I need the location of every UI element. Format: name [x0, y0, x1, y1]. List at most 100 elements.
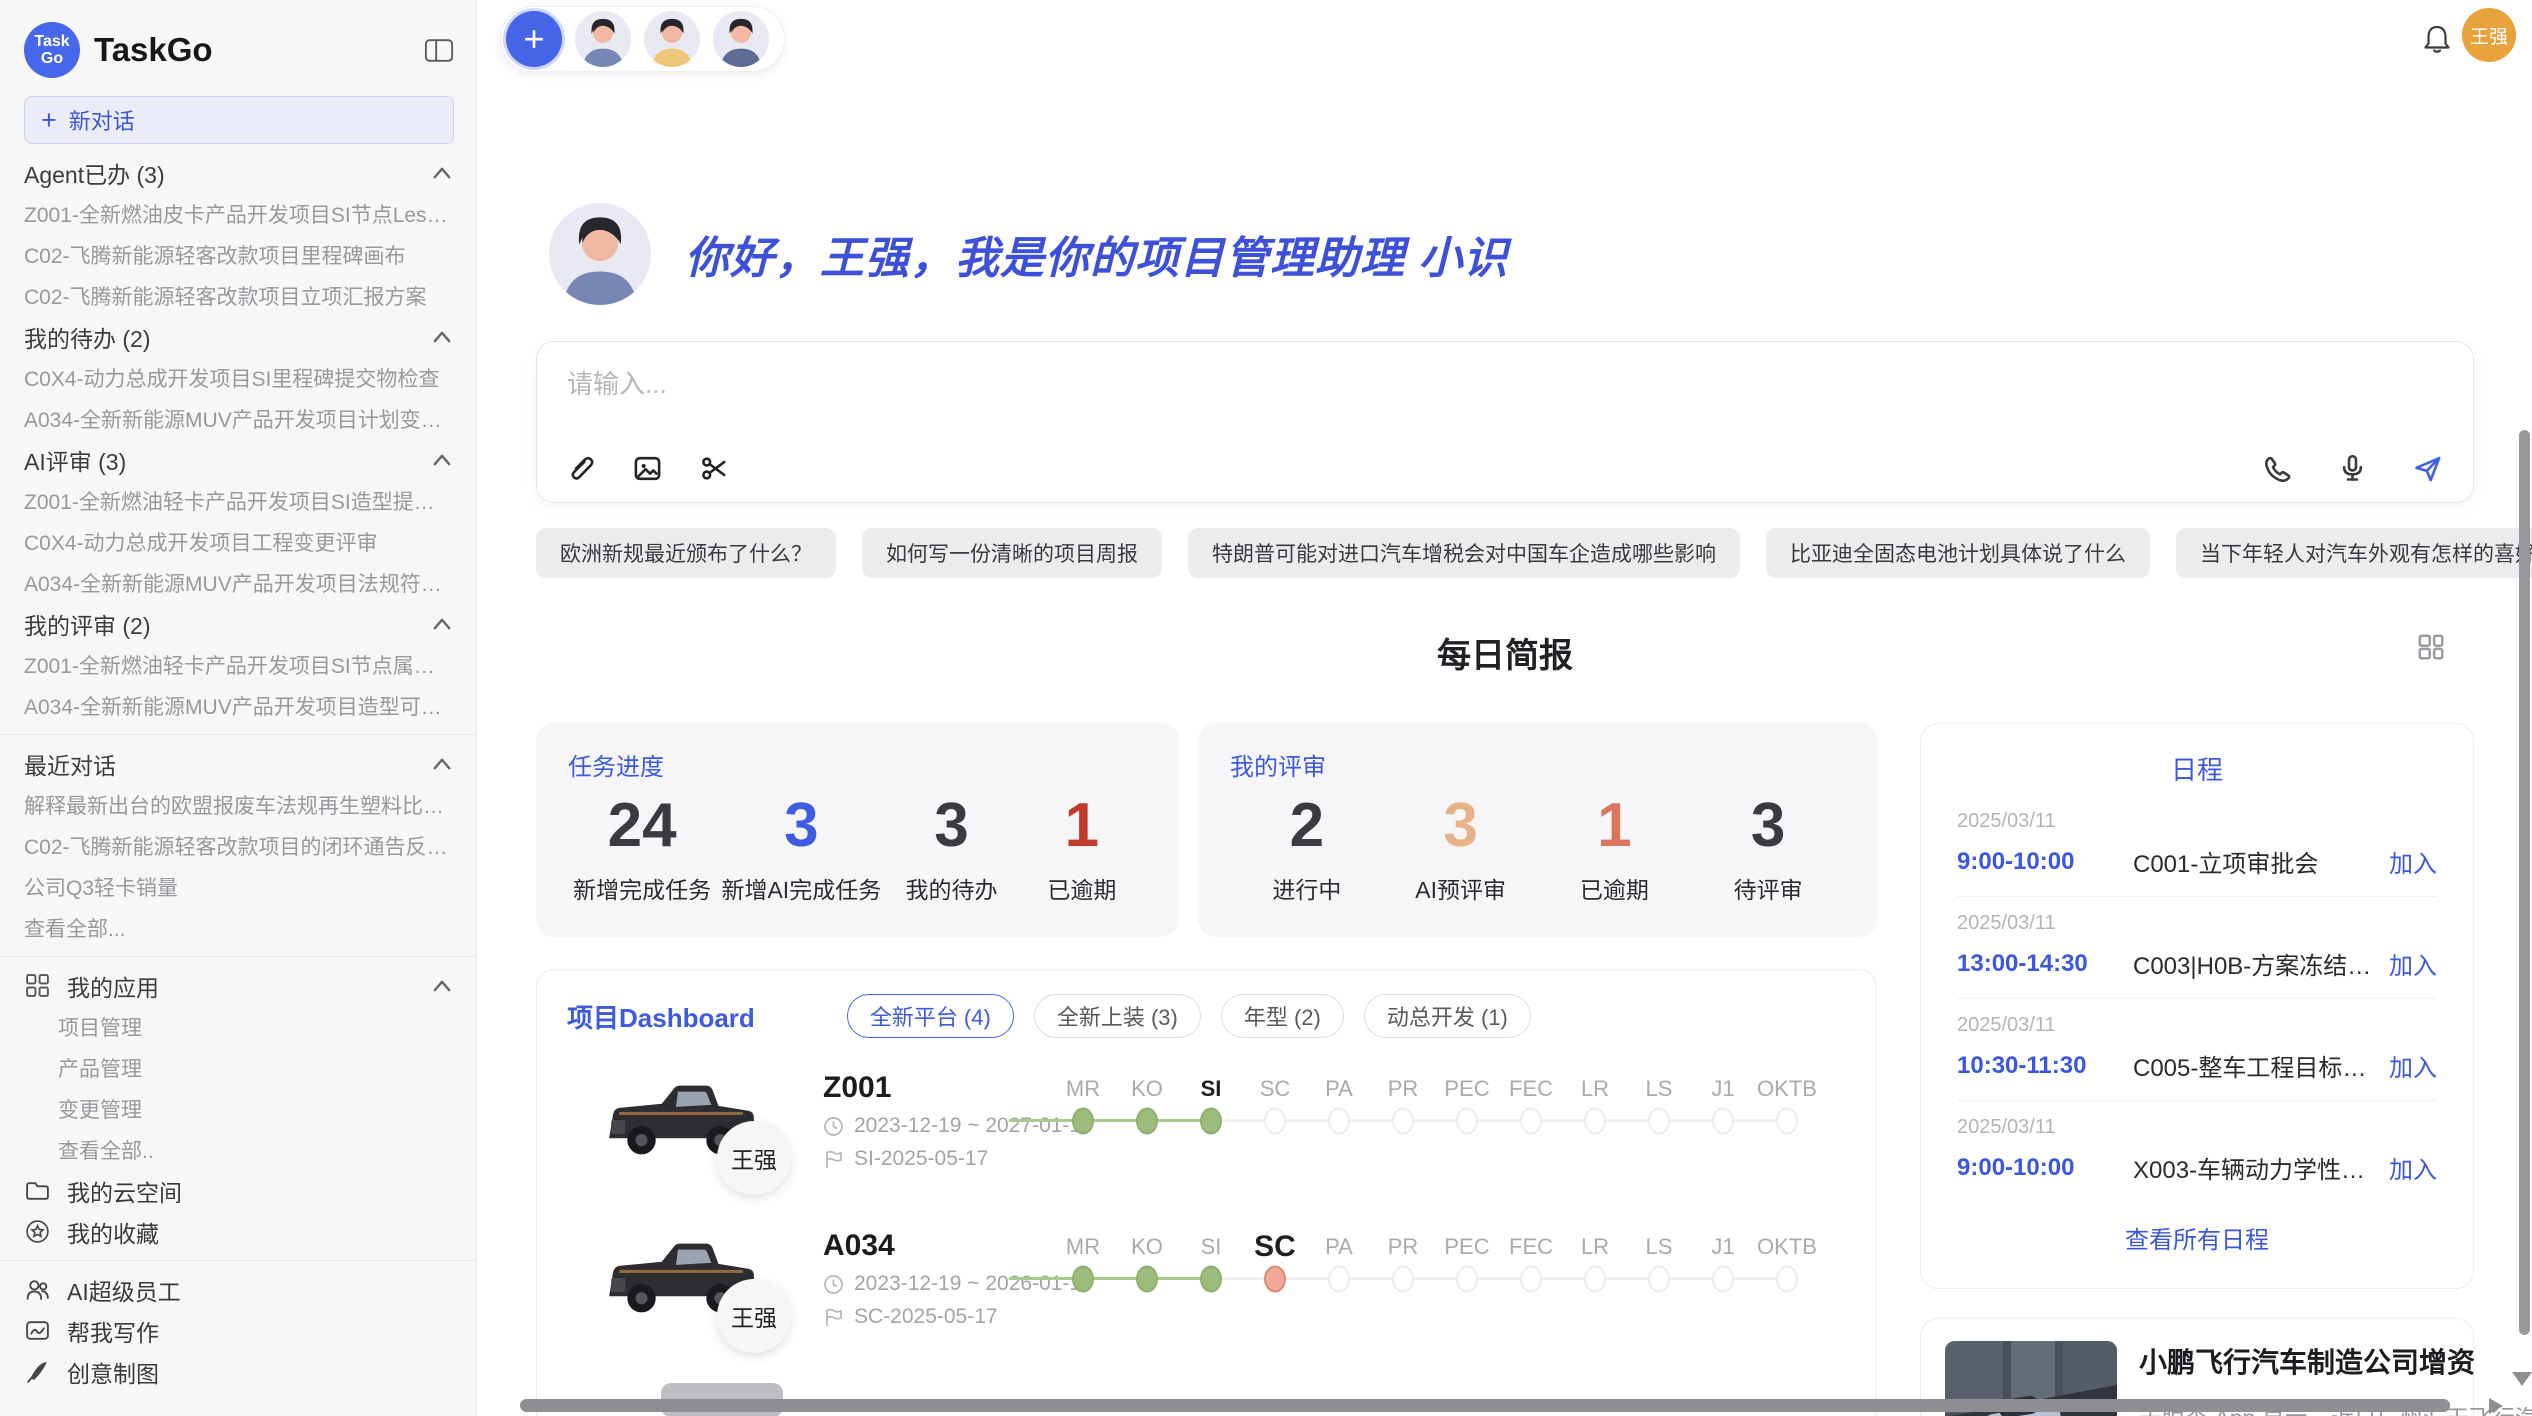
milestone-label: LR [1563, 1231, 1627, 1263]
sidebar-group-header[interactable]: 最近对话 [24, 743, 454, 784]
paperclip-icon[interactable] [565, 453, 596, 484]
join-link[interactable]: 加入 [2389, 844, 2437, 879]
suggestion-chip[interactable]: 欧洲新规最近颁布了什么？ [536, 528, 836, 578]
schedule-title: C005-整车工程目标评审 [2133, 1048, 2389, 1083]
sidebar-group-title: AI评审 (3) [24, 443, 126, 477]
sidebar-conversation-item[interactable]: A034-全新新能源MUV产品开发项目法规符合性评审 [24, 562, 454, 603]
schedule-panel: 日程 2025/03/11 9:00-10:00 C001-立项审批会 加入 2… [1920, 723, 2474, 1289]
sidebar-conversation-item[interactable]: C02-飞腾新能源轻客改款项目的闭环通告反馈情况 [24, 825, 454, 866]
dashboard-filter-tab[interactable]: 全新上装 (3) [1034, 994, 1201, 1038]
mic-icon[interactable] [2337, 453, 2368, 484]
taskgo-app: Task Go TaskGo + 新对话 Agent已办 (3) Z001-全新… [0, 0, 2532, 1416]
sidebar-group-header[interactable]: 我的评审 (2) [24, 603, 454, 644]
bell-icon[interactable] [2420, 22, 2454, 56]
sidebar-conversation-item[interactable]: A034-全新新能源MUV产品开发项目计划变更表编写 [24, 398, 454, 439]
dashboard-filter-tab[interactable]: 动总开发 (1) [1364, 994, 1531, 1038]
sidebar-conversation-item[interactable]: Z001-全新燃油轻卡产品开发项目SI造型提交物评审 [24, 480, 454, 521]
sidebar-item-folder[interactable]: 我的云空间 [24, 1170, 454, 1211]
chevron-up-icon [430, 612, 454, 636]
sidebar-app-item[interactable]: 查看全部.. [24, 1129, 454, 1170]
milestone: FEC [1499, 1073, 1563, 1137]
suggestion-chip[interactable]: 当下年轻人对汽车外观有怎样的喜好趋势 [2176, 528, 2532, 578]
chat-input[interactable] [565, 368, 1365, 401]
scroll-right-arrow[interactable] [2489, 1398, 2503, 1414]
milestone: LS [1627, 1231, 1691, 1295]
milestone: MR [1051, 1073, 1115, 1137]
chevron-up-icon [430, 325, 454, 349]
suggestion-chip[interactable]: 比亚迪全固态电池计划具体说了什么 [1766, 528, 2150, 578]
join-link[interactable]: 加入 [2389, 1150, 2437, 1185]
sidebar-conversation-item[interactable]: C02-飞腾新能源轻客改款项目立项汇报方案 [24, 275, 454, 316]
vertical-scrollbar-thumb[interactable] [2519, 430, 2530, 1335]
add-agent-button[interactable]: + [506, 11, 562, 67]
milestone: PEC [1435, 1073, 1499, 1137]
project-row[interactable]: 王强 Z001 2023-12-19 ~ 2027-01-19 SI-2025-… [567, 1067, 1846, 1181]
suggestion-chip[interactable]: 特朗普可能对进口汽车增税会对中国车企造成哪些影响 [1188, 528, 1740, 578]
composer-attachments [565, 453, 730, 484]
dashboard-filter-tab[interactable]: 年型 (2) [1221, 994, 1344, 1038]
sidebar-conversation-item[interactable]: C0X4-动力总成开发项目SI里程碑提交物检查 [24, 357, 454, 398]
sidebar-item-my-apps[interactable]: 我的应用 [24, 965, 454, 1006]
milestone-dot [1264, 1266, 1286, 1293]
sidebar-app-item[interactable]: 项目管理 [24, 1006, 454, 1047]
layout-grid-icon[interactable] [2416, 632, 2446, 662]
milestone-dot [1712, 1108, 1734, 1135]
sidebar-item-write[interactable]: 帮我写作 [24, 1310, 454, 1351]
milestone-dot [1456, 1266, 1478, 1293]
project-dates: 2023-12-19 ~ 2026-01-19 [823, 1272, 1051, 1296]
sidebar-group-header[interactable]: 我的待办 (2) [24, 316, 454, 357]
project-row[interactable]: 王强 A034 2023-12-19 ~ 2026-01-19 SC-2025-… [567, 1225, 1846, 1339]
composer [536, 341, 2474, 503]
chevron-up-icon [430, 752, 454, 776]
new-chat-button[interactable]: + 新对话 [24, 96, 454, 144]
sidebar-item-star[interactable]: 我的收藏 [24, 1211, 454, 1252]
dashboard-filter-tab[interactable]: 全新平台 (4) [847, 994, 1014, 1038]
phone-icon[interactable] [2262, 453, 2293, 484]
view-all-schedule-link[interactable]: 查看所有日程 [1921, 1220, 2473, 1255]
sidebar-conversation-item[interactable]: Z001-全新燃油皮卡产品开发项目SI节点Lesson Learn报告 [24, 193, 454, 234]
sidebar-conversation-item[interactable]: A034-全新新能源MUV产品开发项目造型可行性评审 [24, 685, 454, 726]
milestone-dot [1520, 1108, 1542, 1135]
agent-avatar-2[interactable] [644, 11, 700, 67]
sidebar-group-header[interactable]: AI评审 (3) [24, 439, 454, 480]
sidebar-conversation-item[interactable]: C02-飞腾新能源轻客改款项目里程碑画布 [24, 234, 454, 275]
sidebar-conversation-item[interactable]: 解释最新出台的欧盟报废车法规再生塑料比例被调至15%... [24, 784, 454, 825]
divider [0, 1260, 476, 1261]
sidebar-header: Task Go TaskGo [24, 18, 454, 82]
milestone: SC [1243, 1231, 1307, 1295]
join-link[interactable]: 加入 [2389, 946, 2437, 981]
sidebar-conversation-item[interactable]: 公司Q3轻卡销量 [24, 866, 454, 907]
sidebar-item-pen[interactable]: 创意制图 [24, 1351, 454, 1392]
user-avatar[interactable]: 王强 [2462, 8, 2516, 62]
sidebar-item-people[interactable]: AI超级员工 [24, 1269, 454, 1310]
image-icon[interactable] [632, 453, 663, 484]
milestone-label: KO [1115, 1073, 1179, 1105]
sidebar-conversation-item[interactable]: Z001-全新燃油轻卡产品开发项目SI节点属性5D文件评审 [24, 644, 454, 685]
project-flag-date: SC-2025-05-17 [823, 1305, 1051, 1329]
agent-avatar-1[interactable] [575, 11, 631, 67]
milestone-label: PA [1307, 1231, 1371, 1263]
send-icon[interactable] [2412, 453, 2443, 484]
sidebar-collapse-icon[interactable] [424, 37, 454, 64]
milestone: SI [1179, 1231, 1243, 1295]
sidebar-app-item[interactable]: 变更管理 [24, 1088, 454, 1129]
scroll-down-arrow[interactable] [2512, 1372, 2532, 1386]
schedule-entry: 2025/03/11 9:00-10:00 C001-立项审批会 加入 [1957, 795, 2437, 897]
milestone: LR [1563, 1073, 1627, 1137]
scissors-icon[interactable] [699, 453, 730, 484]
join-link[interactable]: 加入 [2389, 1048, 2437, 1083]
milestone-label: FEC [1499, 1073, 1563, 1105]
suggestion-chip[interactable]: 如何写一份清晰的项目周报 [862, 528, 1162, 578]
person-illustration [549, 203, 651, 305]
horizontal-scrollbar-thumb[interactable] [520, 1399, 2450, 1412]
sidebar-group-title: 我的待办 (2) [24, 320, 151, 354]
agent-avatar-3[interactable] [713, 11, 769, 67]
sidebar-app-item[interactable]: 产品管理 [24, 1047, 454, 1088]
sidebar-conversation-item[interactable]: C0X4-动力总成开发项目工程变更评审 [24, 521, 454, 562]
milestone-label: SC [1243, 1231, 1307, 1263]
sidebar-conversation-item[interactable]: 查看全部... [24, 907, 454, 948]
milestone-label: FEC [1499, 1231, 1563, 1263]
person-illustration [644, 11, 700, 67]
sidebar-group-header[interactable]: Agent已办 (3) [24, 152, 454, 193]
schedule-date: 2025/03/11 [1957, 1014, 2437, 1037]
